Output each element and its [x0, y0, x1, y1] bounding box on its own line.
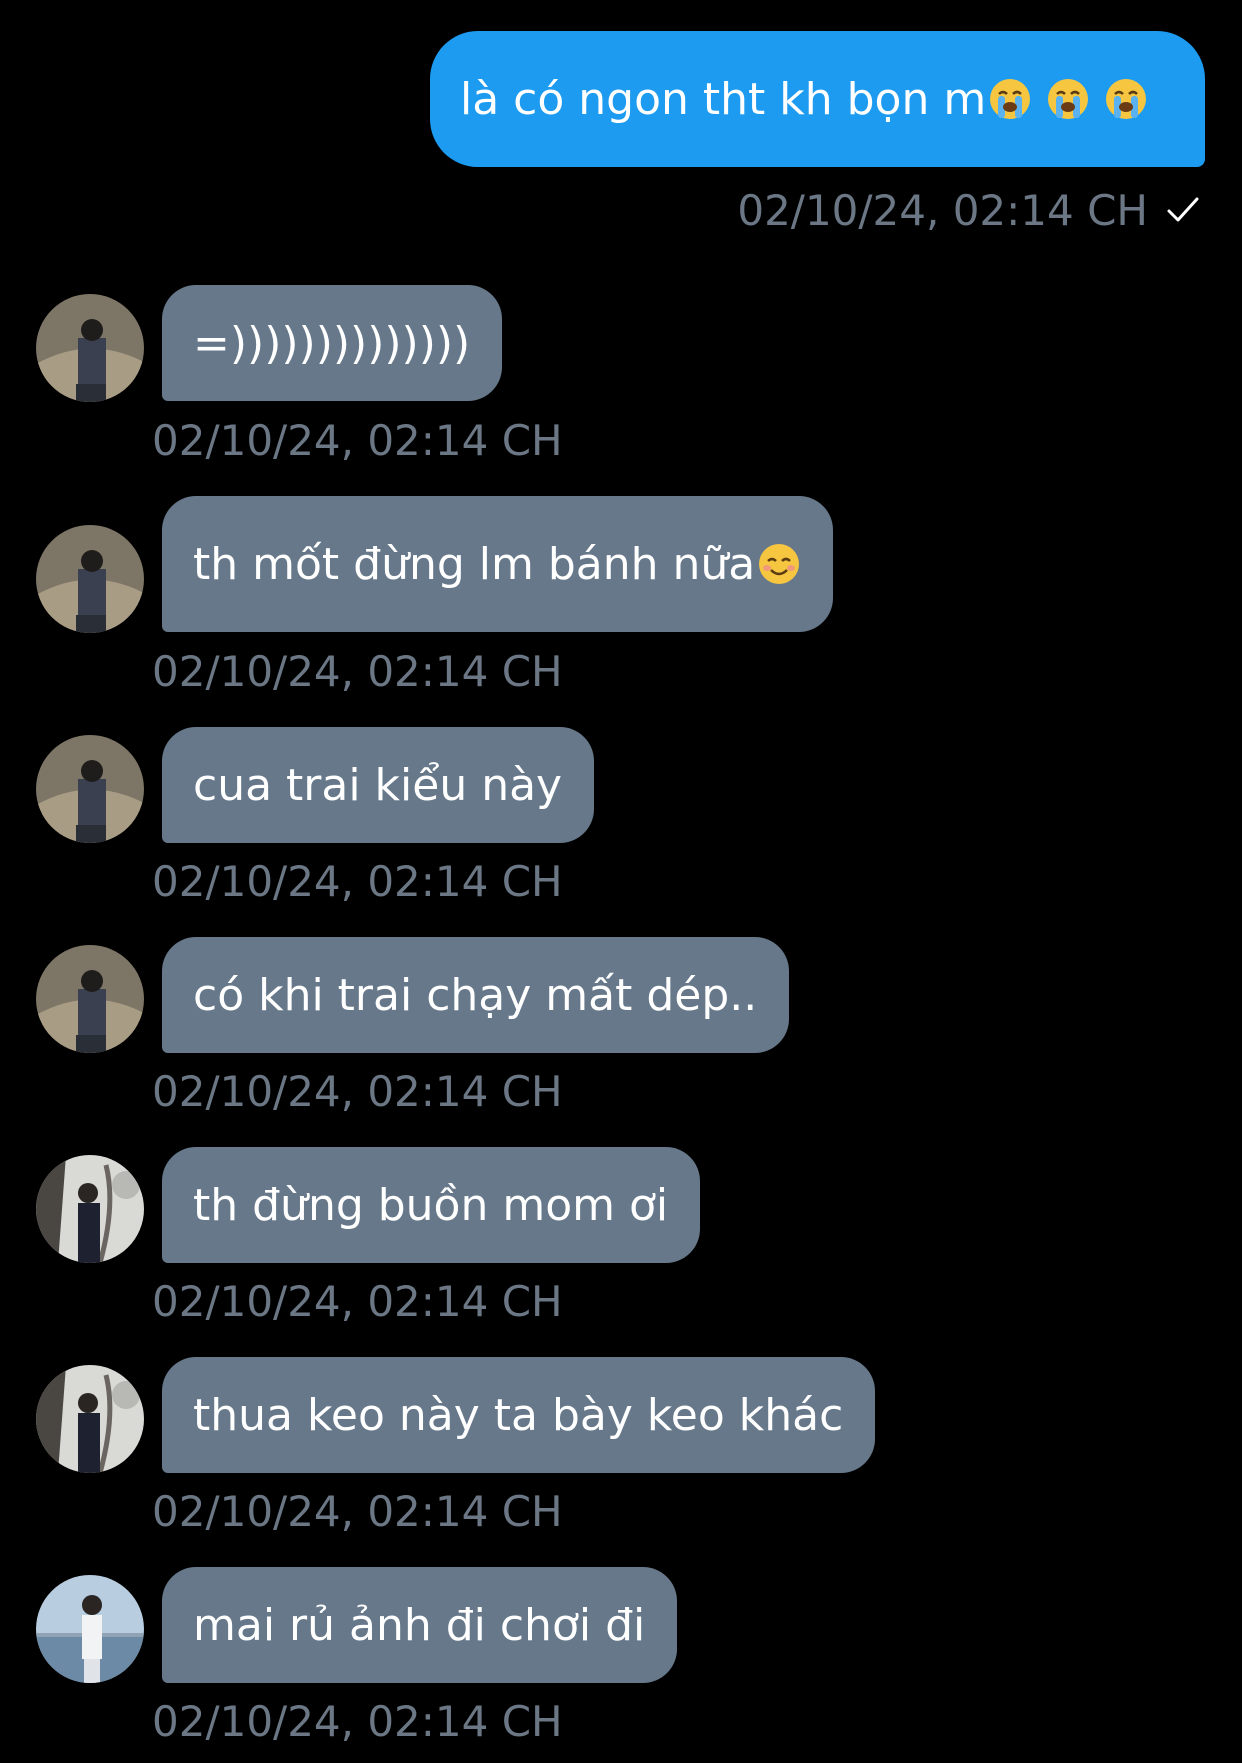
message-timestamp: 02/10/24, 02:14 CH	[152, 416, 563, 465]
message-timestamp: 02/10/24, 02:14 CH	[152, 647, 563, 696]
avatar[interactable]	[36, 1155, 144, 1263]
message-timestamp: 02/10/24, 02:14 CH	[152, 1067, 563, 1116]
message-timestamp: 02/10/24, 02:14 CH	[152, 1487, 563, 1536]
message-timestamp: 02/10/24, 02:14 CH	[152, 857, 563, 906]
incoming-message-bubble[interactable]: =))))))))))))))	[162, 285, 503, 401]
incoming-message-bubble[interactable]: th đừng buồn mom ơi	[162, 1147, 701, 1263]
outgoing-message-text: là có ngon tht kh bọn m	[460, 73, 987, 125]
incoming-message-text: th đừng buồn mom ơi	[193, 1179, 669, 1231]
incoming-message-bubble[interactable]: có khi trai chạy mất dép..	[162, 937, 790, 1053]
incoming-message-text: th mốt đừng lm bánh nữa	[193, 538, 756, 590]
loudly-crying-face-icon	[990, 79, 1031, 119]
incoming-message-text: có khi trai chạy mất dép..	[193, 969, 758, 1021]
avatar[interactable]	[36, 735, 144, 843]
incoming-message-bubble[interactable]: thua keo này ta bày keo khác	[162, 1357, 876, 1473]
avatar[interactable]	[36, 294, 144, 402]
avatar-person-a-icon	[36, 294, 144, 402]
incoming-message-text: cua trai kiểu này	[193, 759, 563, 811]
message-timestamp: 02/10/24, 02:14 CH	[152, 1277, 563, 1326]
chat-thread: là có ngon tht kh bọn m 02/10/24, 02:14 …	[0, 0, 1242, 1763]
incoming-message-bubble[interactable]: th mốt đừng lm bánh nữa	[162, 496, 834, 632]
avatar[interactable]	[36, 1575, 144, 1683]
incoming-message-text: mai rủ ảnh đi chơi đi	[193, 1599, 646, 1651]
incoming-message-bubble[interactable]: mai rủ ảnh đi chơi đi	[162, 1567, 678, 1683]
avatar[interactable]	[36, 1365, 144, 1473]
loudly-crying-face-icon	[1106, 79, 1147, 119]
avatar[interactable]	[36, 525, 144, 633]
avatar-person-c-icon	[36, 1575, 144, 1683]
message-timestamp: 02/10/24, 02:14 CH	[152, 1697, 563, 1746]
avatar-person-b-icon	[36, 1365, 144, 1473]
sent-check-icon	[1167, 197, 1199, 222]
avatar-person-a-icon	[36, 945, 144, 1053]
incoming-message-text: thua keo này ta bày keo khác	[193, 1389, 844, 1441]
smiling-face-icon	[759, 544, 800, 584]
avatar-person-a-icon	[36, 525, 144, 633]
loudly-crying-face-icon	[1048, 79, 1089, 119]
outgoing-message-bubble[interactable]: là có ngon tht kh bọn m	[430, 31, 1205, 167]
avatar-person-b-icon	[36, 1155, 144, 1263]
message-timestamp: 02/10/24, 02:14 CH	[737, 185, 1148, 235]
avatar-person-a-icon	[36, 735, 144, 843]
outgoing-message-meta: 02/10/24, 02:14 CH	[737, 180, 1200, 240]
incoming-message-text: =))))))))))))))	[193, 317, 471, 369]
avatar[interactable]	[36, 945, 144, 1053]
incoming-message-bubble[interactable]: cua trai kiểu này	[162, 727, 595, 843]
